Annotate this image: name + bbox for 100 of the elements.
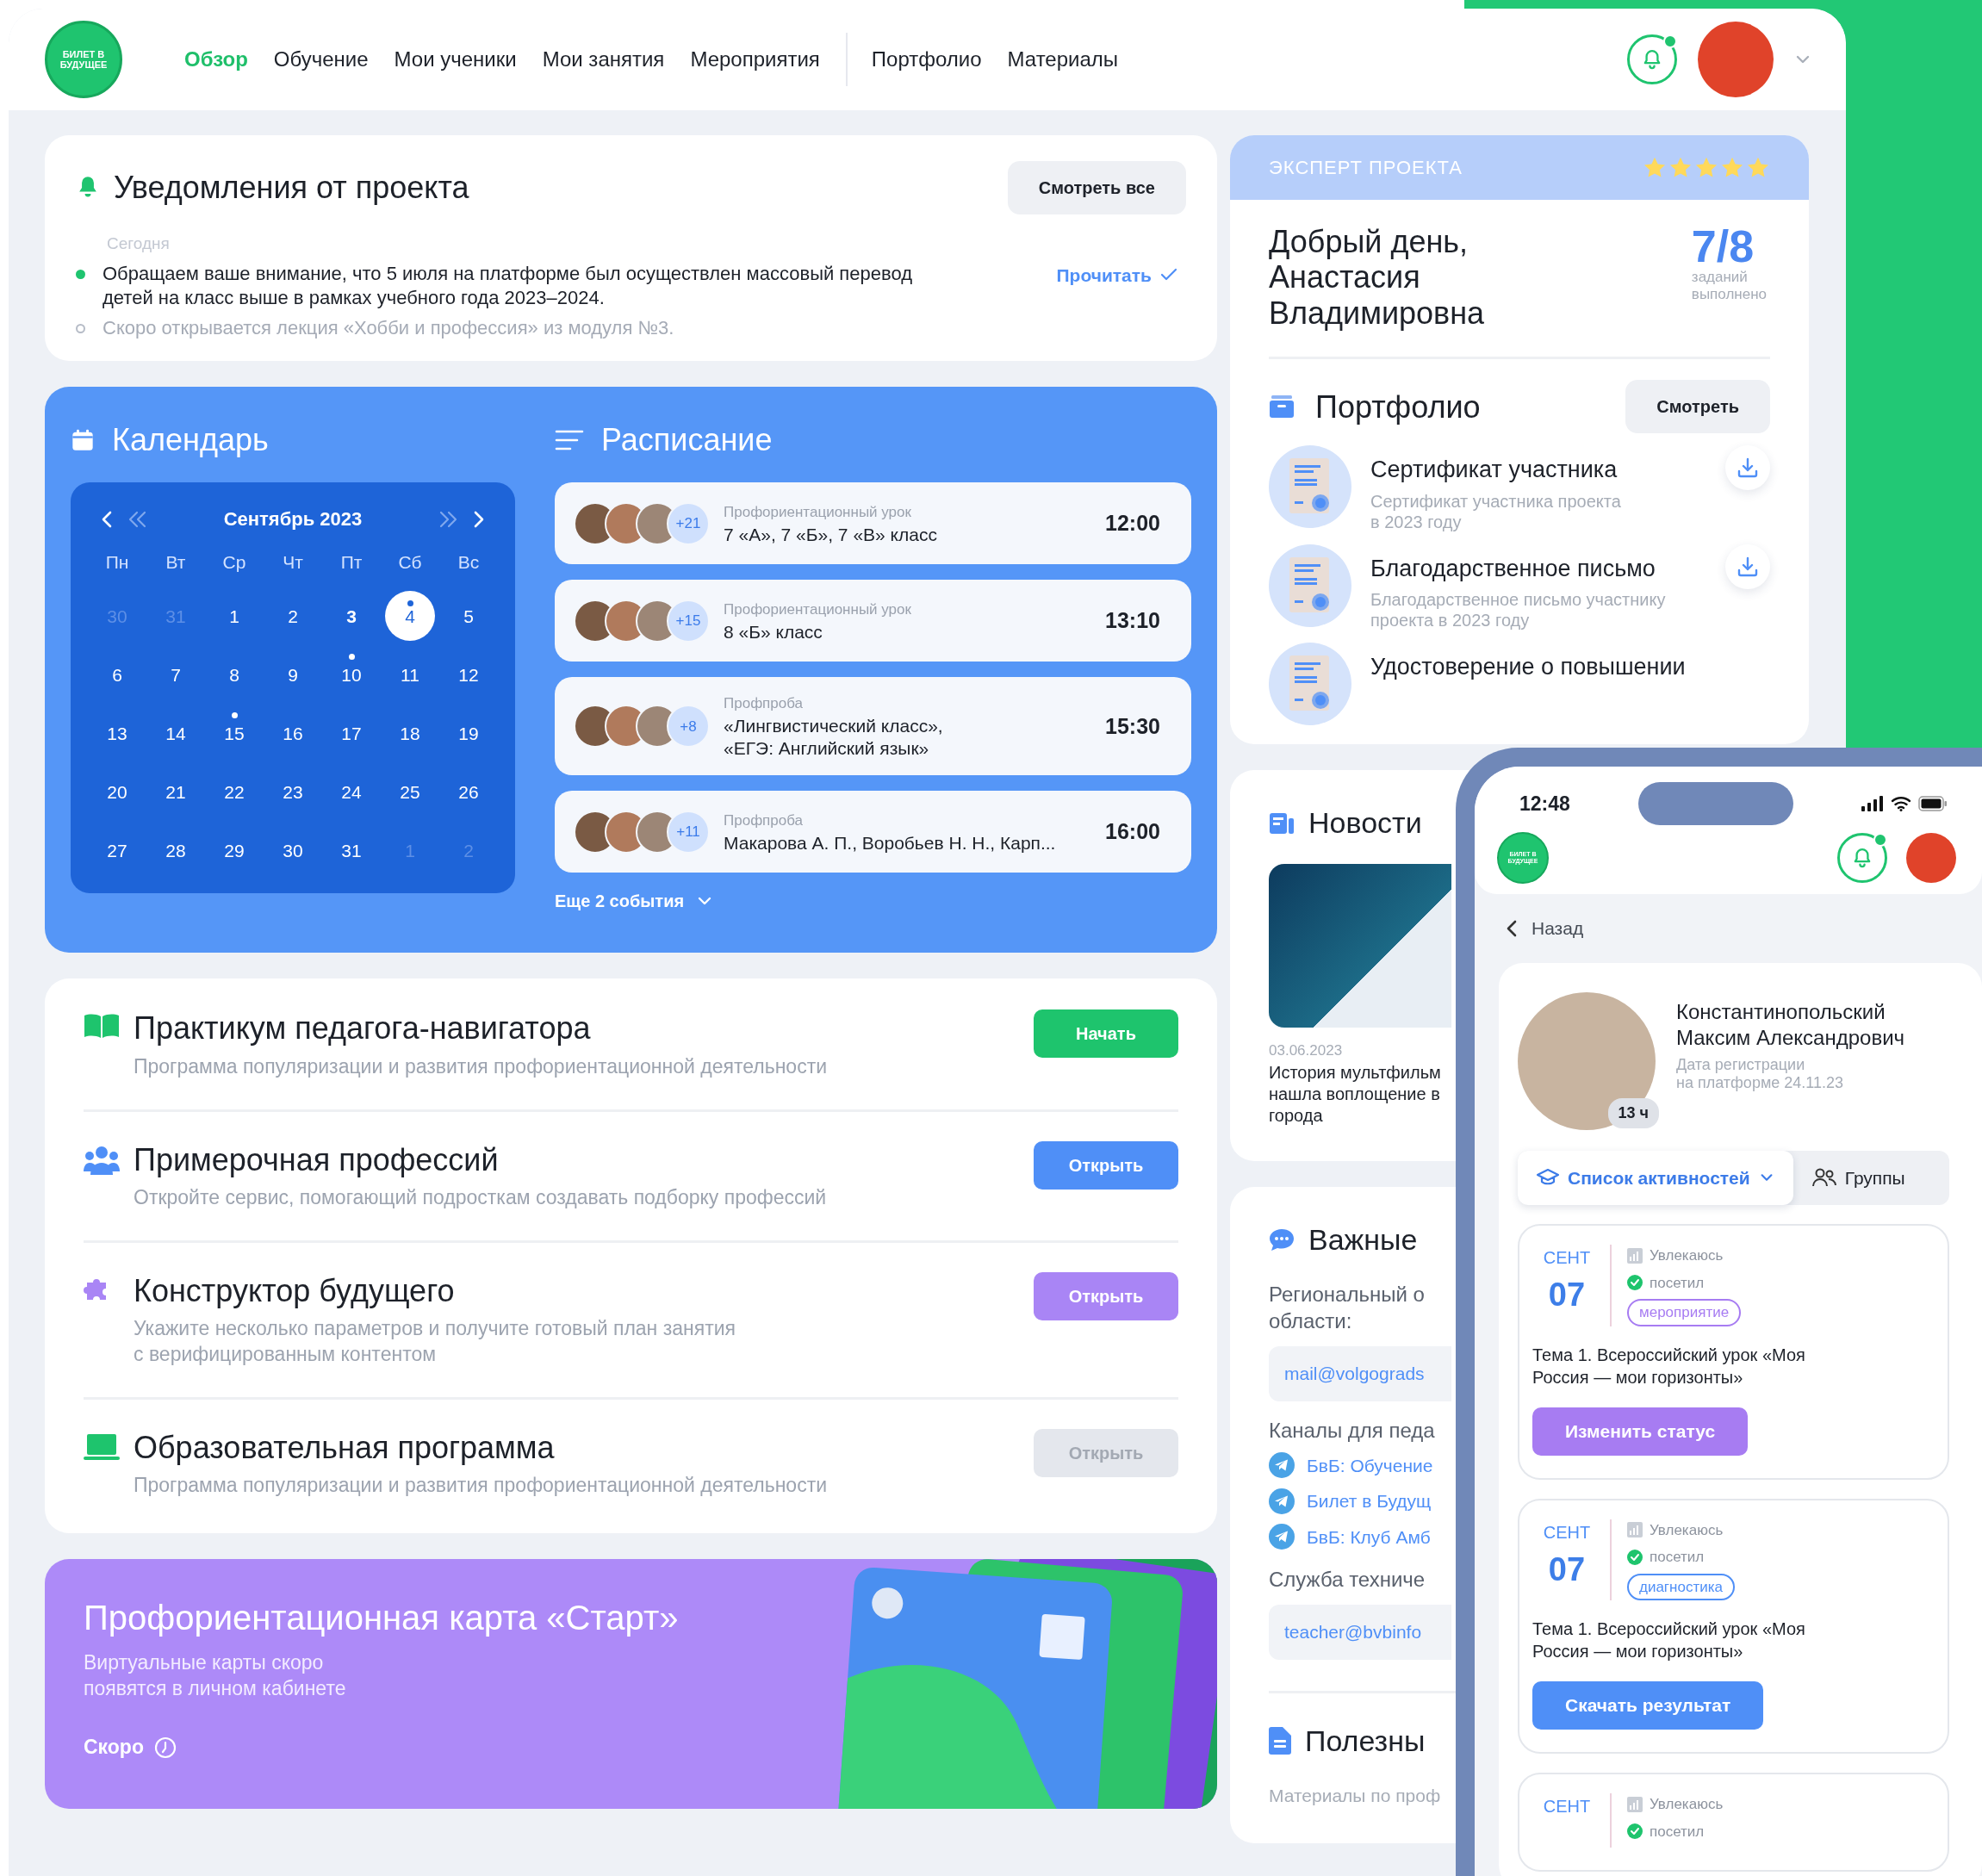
view-button[interactable]: Смотреть [1625,380,1770,434]
calendar-day[interactable]: 31 [326,825,376,876]
month-label: Сентябрь 2023 [223,507,363,532]
more-events-link[interactable]: Еще 2 события [555,888,714,915]
calendar-day[interactable]: 21 [151,767,201,817]
schedule-event[interactable]: +15 Профориентационный урок 8 «Б» класс 13:10 [555,580,1191,662]
newspaper-icon [1269,811,1295,836]
schedule-event[interactable]: +8 Профпроба «Лингвистический класс», «ЕГЭ: Английский язык» 15:30 [555,677,1191,776]
channel-link[interactable]: БвБ: Обучение [1307,1451,1433,1480]
telegram-icon [1269,1452,1295,1479]
hours-badge: 13 ч [1607,1097,1659,1128]
calendar-day[interactable]: 23 [268,767,318,817]
download-button[interactable] [1725,445,1770,491]
news-headline[interactable]: История мультфильм нашла воплощение в города [1269,1061,1441,1127]
bar-chart-icon [1627,1522,1643,1538]
calendar-day[interactable]: 1 [209,591,259,642]
portfolio-item[interactable]: Сертификат участника Сертификат участника проекта в 2023 году [1269,445,1770,532]
nav-link[interactable]: Мероприятия [690,44,820,75]
action-button[interactable]: Скачать результат [1532,1681,1764,1730]
schedule-event[interactable]: +21 Профориентационный урок 7 «А», 7 «Б», 7 «В» класс 12:00 [555,482,1191,565]
notifications-button[interactable] [1627,34,1677,84]
calendar-day[interactable]: 2 [268,591,318,642]
event-type: Профориентационный урок [724,503,912,523]
calendar-day[interactable]: 7 [151,649,201,700]
channel-link[interactable]: БвБ: Клуб Амб [1307,1523,1431,1551]
greeting: Добрый день, Анастасия Владимировна [1269,224,1485,332]
calendar-day[interactable]: 25 [385,767,435,817]
chevron-left-icon[interactable] [100,509,114,529]
nav-link[interactable]: Обучение [273,44,369,75]
open-button[interactable]: Открыть [1034,1271,1178,1320]
activity-title: Тема 1. Всероссийский урок «Моя Россия — мои горизонты» [1532,1344,1806,1388]
calendar-day[interactable]: 19 [444,708,494,759]
open-button[interactable]: Открыть [1034,1140,1178,1190]
section-text: Материалы по проф [1269,1784,1441,1807]
double-chevron-left-icon[interactable] [127,509,148,529]
calendar-day[interactable]: 9 [268,649,318,700]
tab[interactable]: Список активностей [1518,1150,1793,1205]
tasks-score: 7/8 [1691,224,1755,269]
calendar-day[interactable]: 27 [92,825,142,876]
mark-read-link[interactable]: Прочитать [1056,261,1186,289]
wifi-icon [1891,796,1911,811]
contact-label: Каналы для педа [1269,1417,1435,1444]
telegram-icon [1269,1488,1295,1514]
double-chevron-right-icon[interactable] [438,509,458,529]
signal-icon [1861,796,1884,811]
calendar-day[interactable]: 30 [268,825,318,876]
photo-placeholder[interactable] [1269,864,1451,1028]
download-icon [1737,555,1759,578]
nav-link[interactable]: Материалы [1007,44,1119,75]
calendar-day[interactable]: 5 [444,591,494,642]
calendar-day[interactable]: 13 [92,708,142,759]
calendar-day[interactable]: 29 [209,825,259,876]
calendar-day[interactable]: 18 [385,708,435,759]
calendar-day[interactable]: 15 [209,708,259,759]
calendar-day[interactable]: 17 [326,708,376,759]
download-button[interactable] [1725,544,1770,589]
calendar-day[interactable]: 24 [326,767,376,817]
calendar-day[interactable]: 6 [92,649,142,700]
channel-link[interactable]: Билет в Будущ [1307,1488,1432,1515]
calendar-day[interactable]: 16 [268,708,318,759]
activity-tag: мероприятие [1627,1299,1742,1326]
student-name: Константинопольский Максим Александрович [1676,998,1905,1051]
nav-link[interactable]: Портфолио [871,44,982,75]
back-link[interactable]: Назад [1475,894,1982,963]
view-all-button[interactable]: Смотреть все [1007,161,1186,214]
calendar-day[interactable]: 11 [385,649,435,700]
calendar-day[interactable]: 26 [444,767,494,817]
event-time: 13:10 [1105,607,1160,635]
calendar-day[interactable]: 12 [444,649,494,700]
calendar-day[interactable]: 14 [151,708,201,759]
document-icon [1269,1727,1291,1755]
calendar-day[interactable]: 10 [326,649,376,700]
status-label: посетил [1650,1548,1705,1567]
weekday-label: Пт [339,551,363,575]
interest-label: Увлекаюсь [1650,1246,1724,1265]
avatar[interactable] [1906,833,1956,883]
nav-link[interactable]: Мои занятия [542,44,665,75]
email-field[interactable]: teacher@bvbinfo [1269,1605,1451,1660]
calendar-day[interactable]: 22 [209,767,259,817]
portfolio-item[interactable]: Благодарственное письмо Благодарственное письмо участнику проекта в 2023 году [1269,544,1770,631]
portfolio-item[interactable]: Удостоверение о повышении [1269,643,1770,726]
schedule-event[interactable]: +11 Профпроба Макарова А. П., Воробьев Н. Н., Карп... 16:00 [555,791,1191,873]
email-field[interactable]: mail@volgograds [1269,1346,1451,1401]
interest-label: Увлекаюсь [1650,1520,1724,1540]
notifications-button[interactable] [1837,833,1887,883]
check-circle-icon [1627,1823,1643,1840]
event-time: 12:00 [1105,510,1160,537]
event-time: 16:00 [1105,818,1160,846]
calendar-day[interactable]: 28 [151,825,201,876]
calendar-day[interactable]: 8 [209,649,259,700]
chevron-right-icon[interactable] [472,509,486,529]
calendar-day[interactable]: 20 [92,767,142,817]
weekday-label: Сб [397,551,423,575]
tool-title: Образовательная программа [134,1428,556,1466]
action-button[interactable]: Изменить статус [1532,1407,1749,1456]
nav-link[interactable]: Мои ученики [394,44,517,75]
weekday-label: Пн [104,551,130,575]
tab[interactable]: Группы [1792,1150,1924,1205]
calendar-day[interactable]: 4 [385,591,435,642]
calendar-day[interactable]: 3 [326,591,376,642]
